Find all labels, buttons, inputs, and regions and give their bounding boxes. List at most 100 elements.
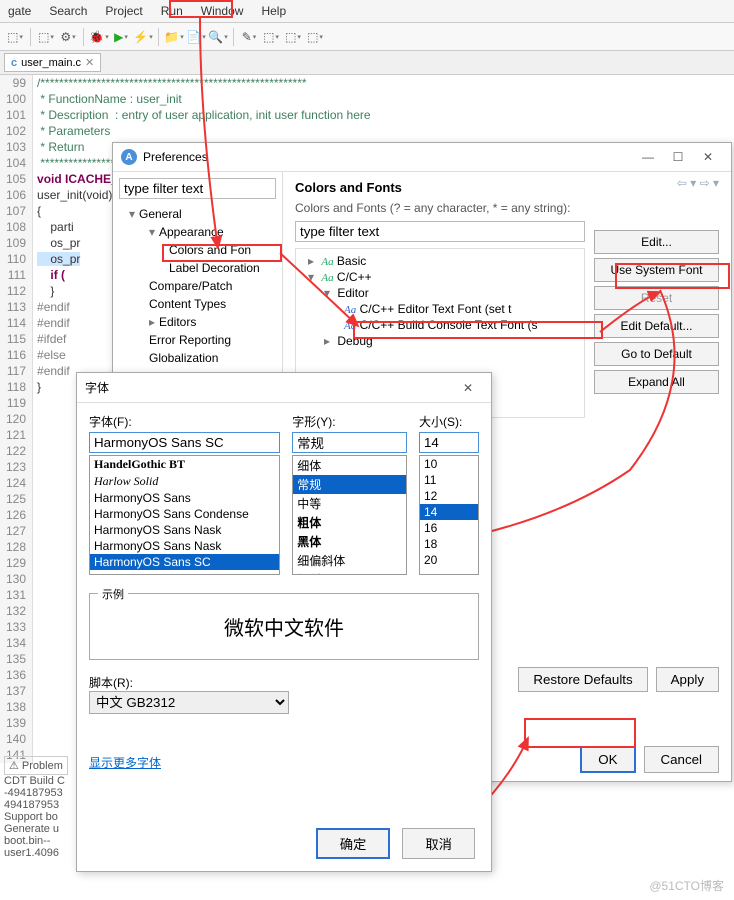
toolbar-btn[interactable]: ▶ (112, 28, 130, 46)
list-item-selected[interactable]: HarmonyOS Sans SC (90, 554, 279, 570)
use-system-font-button[interactable]: Use System Font (594, 258, 719, 282)
toolbar-btn[interactable]: ⬚ (6, 28, 24, 46)
style-listbox[interactable]: 细体 常规 中等 粗体 黑体 细偏斜体 倾斜 (292, 455, 407, 575)
list-item[interactable]: HandelGothic BT (90, 456, 279, 473)
close-icon[interactable]: ✕ (85, 56, 94, 69)
toolbar-btn[interactable]: ⚙ (59, 28, 77, 46)
size-listbox[interactable]: 10 11 12 14 16 18 20 (419, 455, 479, 575)
toolbar-btn[interactable]: 📁 (165, 28, 183, 46)
side-buttons: Edit... Use System Font Reset Edit Defau… (594, 230, 719, 394)
separator (233, 28, 234, 46)
line-gutter: 9910010110210310410510610710810911011111… (0, 75, 33, 763)
list-item[interactable]: 细偏斜体 (293, 551, 406, 570)
toolbar-btn[interactable]: ⚡ (134, 28, 152, 46)
font-input[interactable] (89, 432, 280, 453)
list-item[interactable]: 中等 (293, 494, 406, 513)
page-heading: Colors and Fonts (295, 180, 719, 195)
separator (158, 28, 159, 46)
menu-bar: gate Search Project Run Window Help (0, 0, 734, 23)
list-item[interactable]: 16 (420, 520, 478, 536)
restore-defaults-button[interactable]: Restore Defaults (518, 667, 647, 692)
list-item-selected[interactable]: 常规 (293, 475, 406, 494)
sample-label: 示例 (98, 586, 128, 602)
maximize-icon[interactable]: ☐ (663, 150, 693, 164)
toolbar-btn[interactable]: ⬚ (306, 28, 324, 46)
tree-compare[interactable]: Compare/Patch (139, 277, 276, 295)
menu-window[interactable]: Window (201, 4, 244, 18)
edit-default-button[interactable]: Edit Default... (594, 314, 719, 338)
tree-content-types[interactable]: Content Types (139, 295, 276, 313)
editor-tab[interactable]: c user_main.c ✕ (4, 53, 101, 72)
sample-box: 示例 微软中文软件 (89, 593, 479, 660)
list-item[interactable]: HarmonyOS Sans Nask (90, 538, 279, 554)
watermark: @51CTO博客 (649, 877, 724, 894)
minimize-icon[interactable]: — (633, 150, 663, 164)
toolbar-btn[interactable]: ⬚ (284, 28, 302, 46)
menu-navigate[interactable]: gate (8, 4, 31, 18)
style-label: 字形(Y): (292, 413, 407, 430)
font-listbox[interactable]: HandelGothic BT Harlow Solid HarmonyOS S… (89, 455, 280, 575)
c-file-icon: c (11, 57, 17, 69)
list-item[interactable]: 黑体 (293, 532, 406, 551)
apply-button[interactable]: Apply (656, 667, 719, 692)
script-select[interactable]: 中文 GB2312 (89, 691, 289, 714)
list-item[interactable]: 粗体 (293, 513, 406, 532)
menu-help[interactable]: Help (261, 4, 286, 18)
close-icon[interactable]: ✕ (453, 381, 483, 395)
menu-run[interactable]: Run (161, 4, 183, 18)
filter-input[interactable] (119, 178, 276, 199)
font-dialog: 字体 ✕ 字体(F): HandelGothic BT Harlow Solid… (76, 372, 492, 872)
size-input[interactable] (419, 432, 479, 453)
hint-text: Colors and Fonts (? = any character, * =… (295, 201, 719, 215)
ok-button[interactable]: OK (580, 746, 635, 773)
tree-label-decoration[interactable]: Label Decoration (159, 259, 276, 277)
list-item[interactable]: HarmonyOS Sans Nask (90, 522, 279, 538)
toolbar-btn[interactable]: 🔍 (209, 28, 227, 46)
list-item[interactable]: 细体 (293, 456, 406, 475)
problems-tab[interactable]: ⚠ Problem (4, 756, 68, 775)
toolbar-btn[interactable]: ⬚ (262, 28, 280, 46)
font-label: 字体(F): (89, 413, 280, 430)
cf-filter-input[interactable] (295, 221, 585, 242)
separator (30, 28, 31, 46)
list-item[interactable]: 12 (420, 488, 478, 504)
list-item-selected[interactable]: 14 (420, 504, 478, 520)
size-label: 大小(S): (419, 413, 479, 430)
script-label: 脚本(R): (89, 676, 133, 690)
show-more-fonts-link[interactable]: 显示更多字体 (89, 754, 161, 771)
tree-globalization[interactable]: Globalization (139, 349, 276, 367)
menu-project[interactable]: Project (105, 4, 142, 18)
cancel-button[interactable]: 取消 (402, 828, 475, 859)
go-to-default-button[interactable]: Go to Default (594, 342, 719, 366)
tree-general[interactable]: ▾General (119, 205, 276, 223)
cancel-button[interactable]: Cancel (644, 746, 720, 773)
close-icon[interactable]: ✕ (693, 150, 723, 164)
toolbar: ⬚ ⬚ ⚙ 🐞 ▶ ⚡ 📁 📄 🔍 ✎ ⬚ ⬚ ⬚ (0, 23, 734, 51)
menu-search[interactable]: Search (49, 4, 87, 18)
list-item[interactable]: 18 (420, 536, 478, 552)
dialog-titlebar[interactable]: 字体 ✕ (77, 373, 491, 403)
toolbar-btn[interactable]: 🐞 (90, 28, 108, 46)
ok-button[interactable]: 确定 (316, 828, 391, 859)
list-item[interactable]: 11 (420, 472, 478, 488)
toolbar-btn[interactable]: ✎ (240, 28, 258, 46)
toolbar-btn[interactable]: ⬚ (37, 28, 55, 46)
list-item[interactable]: HarmonyOS Sans Condense (90, 506, 279, 522)
edit-button[interactable]: Edit... (594, 230, 719, 254)
dialog-title: Preferences (143, 150, 208, 164)
style-input[interactable] (292, 432, 407, 453)
dialog-titlebar: A Preferences — ☐ ✕ (113, 143, 731, 172)
list-item[interactable]: Harlow Solid (90, 473, 279, 490)
list-item[interactable]: HarmonyOS Sans (90, 490, 279, 506)
nav-arrows[interactable]: ⇦ ▾ ⇨ ▾ (677, 176, 719, 190)
tree-editors[interactable]: ▸Editors (139, 313, 276, 331)
tree-error-reporting[interactable]: Error Reporting (139, 331, 276, 349)
list-item[interactable]: 20 (420, 552, 478, 568)
tree-appearance[interactable]: ▾Appearance (139, 223, 276, 241)
dialog-title: 字体 (85, 379, 109, 396)
toolbar-btn[interactable]: 📄 (187, 28, 205, 46)
tree-colors-fonts[interactable]: Colors and Fon (159, 241, 276, 259)
list-item[interactable]: 10 (420, 456, 478, 472)
list-item[interactable]: 倾斜 (293, 570, 406, 575)
expand-all-button[interactable]: Expand All (594, 370, 719, 394)
